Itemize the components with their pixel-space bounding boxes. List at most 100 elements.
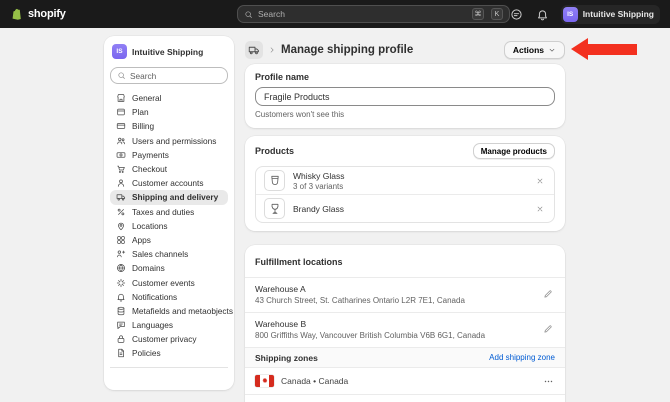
- billing-icon: [116, 121, 126, 131]
- remove-product-button[interactable]: [534, 203, 546, 215]
- zone-row-canada: Canada • Canada: [245, 367, 565, 394]
- close-icon: [536, 205, 544, 213]
- location-address: 43 Church Street, St. Catharines Ontario…: [255, 296, 465, 305]
- person-icon: [116, 178, 126, 188]
- actions-button[interactable]: Actions: [503, 41, 565, 59]
- settings-nav: General Plan Billing Users and permissio…: [110, 91, 233, 361]
- product-variants: 3 of 3 variants: [293, 181, 344, 191]
- global-search-input[interactable]: Search ⌘ K: [237, 5, 510, 23]
- product-name: Brandy Glass: [293, 203, 345, 214]
- dots-icon: [543, 376, 554, 387]
- edit-location-button[interactable]: [543, 324, 555, 336]
- search-icon: [244, 10, 253, 19]
- product-name: Whisky Glass: [293, 170, 345, 181]
- sidekick-button[interactable]: [509, 6, 525, 22]
- sidebar-item-languages[interactable]: Languages: [110, 318, 228, 332]
- sidebar-item-apps[interactable]: Apps: [110, 233, 228, 247]
- page-title: Manage shipping profile: [281, 44, 414, 56]
- fulfillment-locations-card: Fulfillment locations Warehouse A 43 Chu…: [245, 245, 565, 402]
- chevron-right-icon: [268, 46, 276, 54]
- profile-name-helper: Customers won't see this: [255, 110, 345, 119]
- store-switcher[interactable]: IS Intuitive Shipping: [110, 44, 228, 59]
- shipping-zones-header: Shipping zones Add shipping zone: [245, 347, 565, 367]
- metafields-icon: [116, 306, 126, 316]
- events-icon: [116, 278, 126, 288]
- pencil-icon: [543, 324, 553, 334]
- store-avatar: IS: [112, 44, 127, 59]
- notifications-button[interactable]: [535, 6, 551, 22]
- sidekick-icon: [510, 8, 523, 21]
- maple-leaf-icon: [261, 377, 269, 385]
- shipping-zones-title: Shipping zones: [255, 352, 318, 363]
- sidebar-item-shipping-and-delivery[interactable]: Shipping and delivery: [110, 190, 228, 205]
- profile-name-input[interactable]: [255, 87, 555, 106]
- sidebar-item-customer-events[interactable]: Customer events: [110, 275, 228, 289]
- canada-flag-icon: [255, 375, 274, 387]
- location-row-warehouse-a: Warehouse A 43 Church Street, St. Cathar…: [245, 277, 565, 312]
- sidebar-item-customer-privacy[interactable]: Customer privacy: [110, 332, 228, 346]
- remove-product-button[interactable]: [534, 175, 546, 187]
- products-list: Whisky Glass 3 of 3 variants Brandy Glas…: [255, 166, 555, 223]
- sidebar-item-taxes-and-duties[interactable]: Taxes and duties: [110, 205, 228, 219]
- add-shipping-zone-link[interactable]: Add shipping zone: [489, 353, 555, 362]
- fulfillment-card-title: Fulfillment locations: [255, 257, 343, 267]
- manage-products-button[interactable]: Manage products: [472, 143, 555, 159]
- settings-sidebar: IS Intuitive Shipping Search General Pla…: [104, 36, 234, 390]
- shopify-wordmark: shopify: [28, 8, 66, 20]
- plan-icon: [116, 107, 126, 117]
- shortcut-key-cmd: ⌘: [472, 8, 484, 20]
- sidebar-item-metafields-and-metaobjects[interactable]: Metafields and metaobjects: [110, 304, 233, 318]
- payments-icon: [116, 150, 126, 160]
- sidebar-item-policies[interactable]: Policies: [110, 346, 228, 360]
- location-address: 800 Griffiths Way, Vancouver British Col…: [255, 331, 486, 340]
- sidebar-item-domains[interactable]: Domains: [110, 261, 228, 275]
- products-card: Products Manage products Whisky Glass 3 …: [245, 136, 565, 231]
- glass-whisky-icon: [268, 174, 282, 188]
- products-card-title: Products: [255, 146, 295, 156]
- zone-label: Canada • Canada: [281, 376, 349, 386]
- annotation-arrow: [571, 38, 637, 60]
- topbar: shopify Search ⌘ K IS Intuitive Shipping: [0, 0, 670, 28]
- truck-icon: [248, 44, 260, 56]
- avatar: IS: [562, 6, 578, 22]
- rate-row-express: Express 1 to 2 business days $5.00: [245, 394, 565, 402]
- shortcut-key-k: K: [491, 8, 503, 20]
- shipping-breadcrumb-button[interactable]: [245, 41, 263, 59]
- store-name: Intuitive Shipping: [132, 46, 204, 57]
- user-menu[interactable]: IS Intuitive Shipping: [560, 4, 660, 24]
- sidebar-item-customer-accounts[interactable]: Customer accounts: [110, 176, 228, 190]
- location-row-warehouse-b: Warehouse B 800 Griffiths Way, Vancouver…: [245, 312, 565, 347]
- page-header: Manage shipping profile Actions: [245, 40, 565, 60]
- sidebar-item-users-and-permissions[interactable]: Users and permissions: [110, 134, 228, 148]
- actions-button-label: Actions: [512, 45, 544, 55]
- sidebar-item-billing[interactable]: Billing: [110, 119, 228, 133]
- bell-icon: [116, 292, 126, 302]
- locations-list: Warehouse A 43 Church Street, St. Cathar…: [245, 277, 565, 347]
- channels-icon: [116, 249, 126, 259]
- percent-icon: [116, 207, 126, 217]
- edit-location-button[interactable]: [543, 289, 555, 301]
- policies-icon: [116, 348, 126, 358]
- sidebar-search-placeholder: Search: [130, 70, 157, 81]
- chevron-down-icon: [548, 46, 556, 54]
- sidebar-item-payments[interactable]: Payments: [110, 148, 228, 162]
- bell-icon: [536, 8, 549, 21]
- checkout-icon: [116, 164, 126, 174]
- globe-icon: [116, 263, 126, 273]
- store-icon: [116, 93, 126, 103]
- sidebar-search-input[interactable]: Search: [110, 67, 228, 84]
- shopify-logo[interactable]: shopify: [10, 7, 66, 21]
- sidebar-item-checkout[interactable]: Checkout: [110, 162, 228, 176]
- sidebar-item-plan[interactable]: Plan: [110, 105, 228, 119]
- apps-icon: [116, 235, 126, 245]
- sidebar-item-general[interactable]: General: [110, 91, 228, 105]
- pencil-icon: [543, 289, 553, 299]
- languages-icon: [116, 320, 126, 330]
- page-canvas: IS Intuitive Shipping Search General Pla…: [0, 28, 670, 402]
- profile-name-card: Profile name Customers won't see this: [245, 64, 565, 128]
- sidebar-item-sales-channels[interactable]: Sales channels: [110, 247, 228, 261]
- sidebar-item-locations[interactable]: Locations: [110, 219, 228, 233]
- zone-options-button[interactable]: [541, 374, 555, 388]
- sidebar-item-notifications[interactable]: Notifications: [110, 290, 228, 304]
- pin-icon: [116, 221, 126, 231]
